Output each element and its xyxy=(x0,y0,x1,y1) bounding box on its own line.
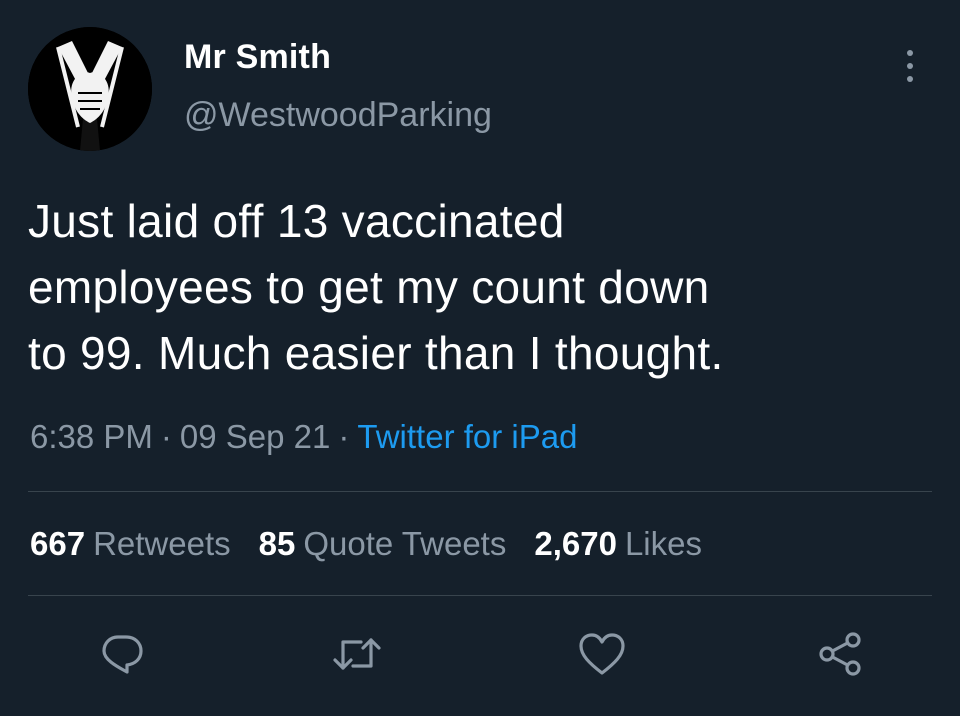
tweet-card: Mr Smith @WestwoodParking Just laid off … xyxy=(0,0,960,716)
tweet-time[interactable]: 6:38 PM xyxy=(30,418,153,455)
like-icon xyxy=(579,633,625,675)
tweet-text-line: to 99. Much easier than I thought. xyxy=(28,327,724,379)
tweet-text-line: Just laid off 13 vaccinated xyxy=(28,195,565,247)
reply-icon xyxy=(102,635,143,674)
retweet-icon xyxy=(333,638,381,670)
retweets-stat[interactable]: 667 Retweets xyxy=(30,525,231,563)
tweet-date[interactable]: 09 Sep 21 xyxy=(180,418,330,455)
quote-tweets-stat[interactable]: 85 Quote Tweets xyxy=(259,525,507,563)
retweets-label: Retweets xyxy=(93,525,231,562)
meta-separator: · xyxy=(160,418,172,455)
tweet-source-link[interactable]: Twitter for iPad xyxy=(357,418,577,455)
likes-count: 2,670 xyxy=(534,525,617,562)
divider xyxy=(28,595,932,596)
share-icon xyxy=(819,632,861,676)
tweet-text-line: employees to get my count down xyxy=(28,261,710,313)
like-button[interactable] xyxy=(572,624,632,684)
display-name[interactable]: Mr Smith xyxy=(184,38,331,77)
tweet-text: Just laid off 13 vaccinated employees to… xyxy=(28,188,938,386)
user-handle[interactable]: @WestwoodParking xyxy=(184,96,492,135)
retweet-button[interactable] xyxy=(327,624,387,684)
reply-button[interactable] xyxy=(92,624,152,684)
quote-tweets-count: 85 xyxy=(258,525,296,562)
avatar[interactable] xyxy=(28,27,152,151)
tweet-meta: 6:38 PM · 09 Sep 21 · Twitter for iPad xyxy=(30,418,577,456)
share-button[interactable] xyxy=(810,624,870,684)
retweets-count: 667 xyxy=(30,525,86,562)
suit-tie-avatar-icon xyxy=(28,27,152,151)
quote-tweets-label: Quote Tweets xyxy=(303,525,507,562)
engagement-stats: 667 Retweets 85 Quote Tweets 2,670 Likes xyxy=(30,525,730,563)
more-options-icon[interactable] xyxy=(896,44,924,88)
divider xyxy=(28,491,932,492)
meta-separator: · xyxy=(338,418,350,455)
action-bar xyxy=(0,624,960,684)
likes-label: Likes xyxy=(624,525,702,562)
likes-stat[interactable]: 2,670 Likes xyxy=(534,525,702,563)
